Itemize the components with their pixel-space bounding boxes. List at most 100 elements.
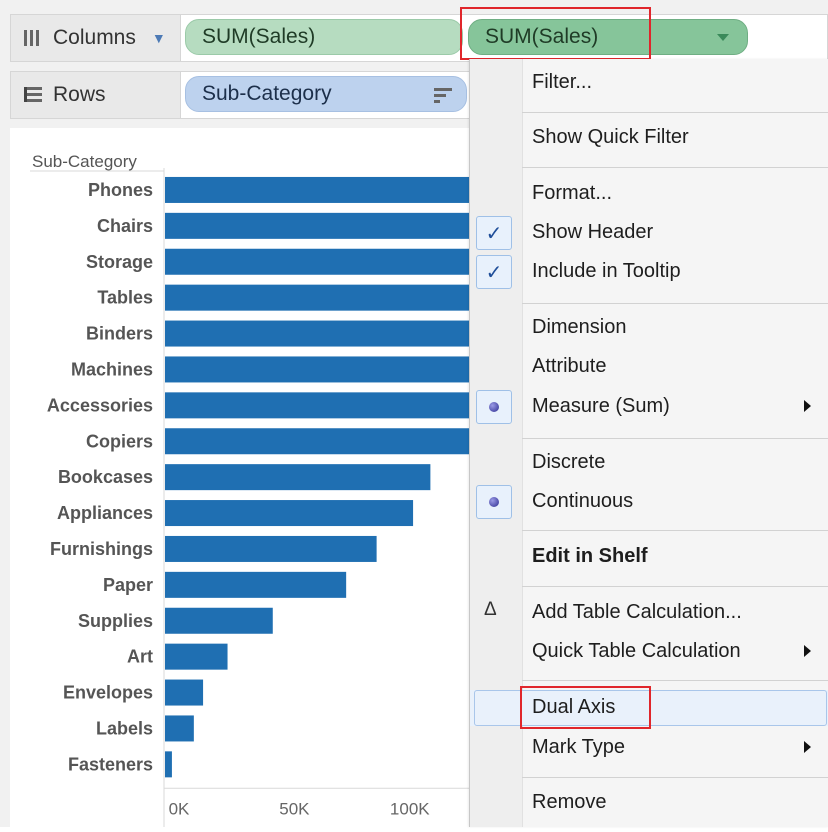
- chart-pane: Sub-Category Phones Chairs Storage Tables Bi…: [10, 128, 472, 827]
- category-label: Accessories: [47, 395, 153, 415]
- menu-item-label: Edit in Shelf: [532, 545, 648, 567]
- bar-bookcases[interactable]: [165, 464, 431, 491]
- sort-icon[interactable]: [434, 86, 452, 110]
- bar-fasteners[interactable]: [165, 751, 172, 778]
- menu-item-label: Continuous: [532, 490, 634, 512]
- pill-label: SUM(Sales): [202, 25, 316, 48]
- bar-supplies[interactable]: [165, 607, 273, 634]
- category-label: Art: [127, 647, 153, 667]
- columns-pill-sum-sales-1[interactable]: SUM(Sales): [185, 19, 463, 55]
- x-tick-label: 100K: [390, 799, 430, 818]
- columns-icon: [23, 28, 45, 48]
- category-label: Paper: [103, 575, 153, 595]
- menu-item-attribute[interactable]: Attribute: [470, 349, 828, 385]
- menu-item-label: Quick Table Calculation: [532, 640, 741, 662]
- menu-separator: [522, 680, 828, 681]
- menu-item-mark-type[interactable]: Mark Type: [470, 730, 828, 766]
- menu-item-format[interactable]: Format...: [470, 176, 828, 212]
- category-label: Bookcases: [58, 467, 153, 487]
- bar-chart: Phones Chairs Storage Tables Binders Machines…: [30, 168, 472, 827]
- menu-item-measure-sum[interactable]: Measure (Sum): [470, 389, 828, 425]
- menu-item-show-header[interactable]: ✓ Show Header: [470, 215, 828, 251]
- submenu-arrow-icon: [804, 741, 811, 753]
- bar-appliances[interactable]: [165, 500, 414, 527]
- category-label: Copiers: [86, 431, 153, 451]
- category-label: Machines: [71, 359, 153, 379]
- radio-dot-icon: [476, 390, 512, 424]
- bar-machines[interactable]: [165, 356, 470, 383]
- menu-item-show-quick-filter[interactable]: Show Quick Filter: [470, 120, 828, 156]
- category-label: Binders: [86, 324, 153, 344]
- menu-item-remove[interactable]: Remove: [470, 785, 828, 821]
- columns-label: Columns: [53, 26, 136, 49]
- bar-labels[interactable]: [165, 715, 194, 742]
- chevron-down-icon[interactable]: [717, 34, 729, 41]
- bar-tables[interactable]: [165, 284, 470, 311]
- menu-item-quick-table-calculation[interactable]: Quick Table Calculation: [470, 634, 828, 670]
- bar-envelopes[interactable]: [165, 679, 204, 706]
- menu-item-label: Discrete: [532, 451, 606, 473]
- bar-copiers[interactable]: [165, 428, 470, 455]
- rows-icon: [23, 85, 45, 105]
- menu-item-label: Attribute: [532, 355, 607, 377]
- menu-item-label: Filter...: [532, 71, 593, 93]
- category-label: Chairs: [97, 216, 153, 236]
- category-label: Envelopes: [63, 683, 153, 703]
- bar-chairs[interactable]: [165, 212, 470, 239]
- bar-paper[interactable]: [165, 571, 347, 598]
- menu-item-label: Mark Type: [532, 736, 625, 758]
- category-label: Appliances: [57, 503, 153, 523]
- bar-storage[interactable]: [165, 248, 470, 275]
- menu-item-label: Add Table Calculation...: [532, 601, 742, 623]
- columns-shelf: Columns ▼ SUM(Sales) SUM(Sales): [10, 14, 828, 62]
- menu-item-include-in-tooltip[interactable]: ✓ Include in Tooltip: [470, 254, 828, 290]
- menu-item-add-table-calculation[interactable]: Δ Add Table Calculation...: [470, 595, 828, 631]
- chevron-down-icon[interactable]: ▼: [152, 30, 166, 46]
- rows-shelf-label: Rows: [10, 71, 181, 119]
- menu-item-dimension[interactable]: Dimension: [470, 310, 828, 346]
- menu-item-label: Dimension: [532, 316, 627, 338]
- highlight-box-active-pill: [460, 7, 651, 60]
- x-tick-label: 50K: [279, 799, 310, 818]
- category-label: Storage: [86, 252, 153, 272]
- checkmark-icon: ✓: [476, 216, 512, 250]
- menu-item-filter[interactable]: Filter...: [470, 65, 828, 101]
- delta-icon: Δ: [484, 599, 497, 620]
- menu-item-label: Show Header: [532, 221, 654, 243]
- dimension-header: Sub-Category: [32, 152, 137, 171]
- menu-item-label: Show Quick Filter: [532, 126, 689, 148]
- rows-pill-sub-category[interactable]: Sub-Category: [185, 76, 467, 112]
- menu-separator: [522, 530, 828, 531]
- pill-label: Sub-Category: [202, 82, 332, 105]
- menu-separator: [522, 438, 828, 439]
- menu-item-label: Include in Tooltip: [532, 260, 681, 282]
- category-label: Supplies: [78, 611, 153, 631]
- bar-accessories[interactable]: [165, 392, 470, 419]
- rows-drop-area[interactable]: Sub-Category: [180, 71, 470, 119]
- menu-item-label: Measure (Sum): [532, 395, 670, 417]
- category-label: Tables: [97, 288, 153, 308]
- checkmark-icon: ✓: [476, 255, 512, 289]
- bar-binders[interactable]: [165, 320, 470, 347]
- menu-separator: [522, 303, 828, 304]
- submenu-arrow-icon: [804, 645, 811, 657]
- bar-furnishings[interactable]: [165, 535, 377, 562]
- bar-art[interactable]: [165, 643, 228, 670]
- bar-phones[interactable]: [165, 176, 470, 203]
- columns-shelf-label: Columns ▼: [10, 14, 181, 62]
- menu-item-label: Format...: [532, 182, 613, 204]
- menu-separator: [522, 112, 828, 113]
- submenu-arrow-icon: [804, 400, 811, 412]
- tableau-worksheet: Columns ▼ SUM(Sales) SUM(Sales) Rows Sub…: [0, 0, 828, 827]
- x-tick-label: 0K: [169, 799, 190, 818]
- menu-item-edit-in-shelf[interactable]: Edit in Shelf: [470, 539, 828, 575]
- menu-item-discrete[interactable]: Discrete: [470, 445, 828, 481]
- rows-shelf: Rows Sub-Category: [10, 71, 470, 119]
- highlight-box-dual-axis: [520, 686, 651, 729]
- radio-dot-icon: [476, 485, 512, 519]
- menu-separator: [522, 586, 828, 587]
- category-label: Furnishings: [50, 539, 153, 559]
- menu-item-continuous[interactable]: Continuous: [470, 484, 828, 520]
- menu-separator: [522, 167, 828, 168]
- menu-item-label: Remove: [532, 791, 607, 813]
